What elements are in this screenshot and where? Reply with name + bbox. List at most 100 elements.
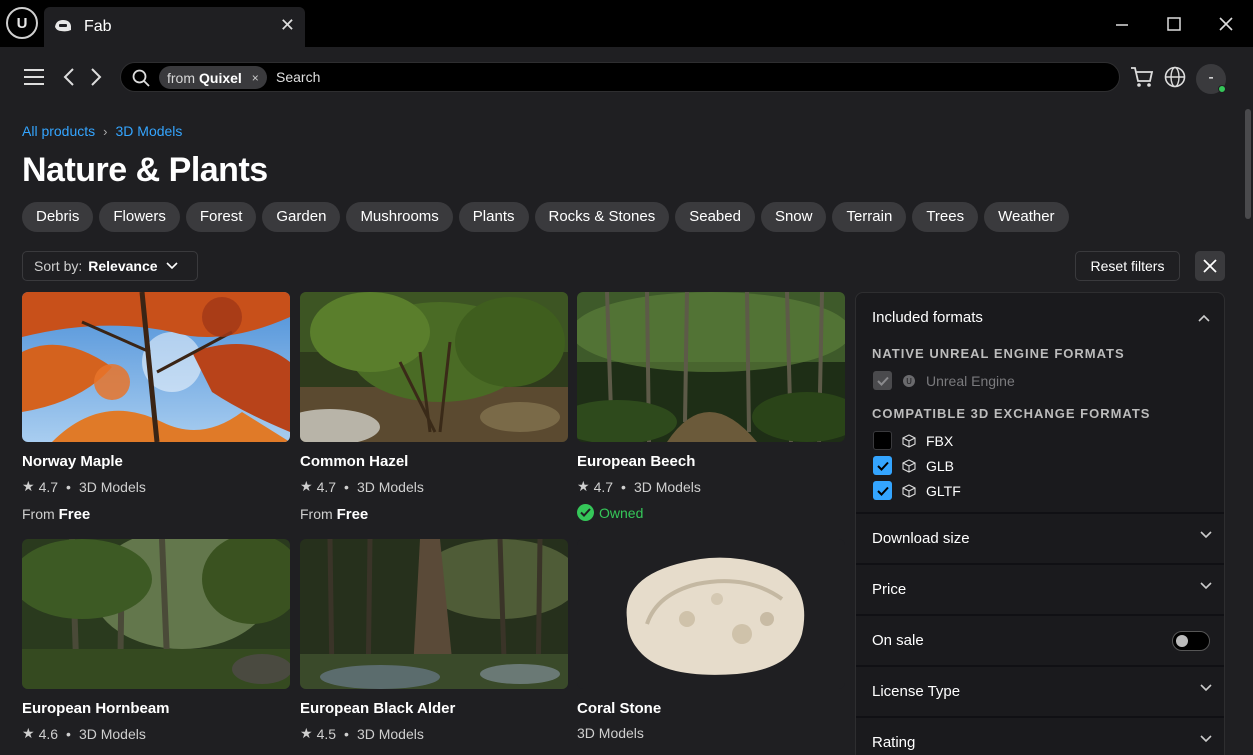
category-chip[interactable]: Weather xyxy=(984,202,1069,232)
product-thumbnail[interactable] xyxy=(22,292,290,442)
language-button[interactable] xyxy=(1164,66,1186,88)
chevron-right-icon xyxy=(91,68,102,86)
product-card[interactable]: Coral Stone 3D Models xyxy=(577,539,845,741)
minimize-button[interactable] xyxy=(1108,10,1136,38)
product-thumbnail[interactable] xyxy=(300,292,568,442)
category-chip[interactable]: Trees xyxy=(912,202,979,232)
maximize-button[interactable] xyxy=(1160,10,1188,38)
star-icon: ★ xyxy=(22,478,35,494)
product-type: 3D Models xyxy=(577,725,644,741)
chip-prefix: from xyxy=(167,69,195,86)
star-icon: ★ xyxy=(300,725,313,741)
separator-dot: • xyxy=(344,478,349,495)
sort-value: Relevance xyxy=(88,258,158,274)
filter-section-rating[interactable]: Rating xyxy=(856,716,1224,755)
search-input[interactable]: Search xyxy=(276,69,320,85)
category-chip[interactable]: Flowers xyxy=(99,202,180,232)
chevron-down-icon xyxy=(1200,735,1212,743)
filter-section-on-sale: On sale xyxy=(856,614,1224,665)
format-option-fbx[interactable]: FBX xyxy=(873,431,953,450)
product-meta: ★ 4.7 • 3D Models xyxy=(300,478,568,495)
format-label: Unreal Engine xyxy=(926,372,1015,389)
breadcrumb-3d-models[interactable]: 3D Models xyxy=(116,123,183,139)
category-chip[interactable]: Rocks & Stones xyxy=(534,202,670,232)
chip-remove-button[interactable]: × xyxy=(252,71,259,85)
filter-section-label: On sale xyxy=(872,632,924,649)
scrollbar[interactable] xyxy=(1243,109,1253,755)
forward-button[interactable] xyxy=(89,67,103,87)
product-title[interactable]: Common Hazel xyxy=(300,453,568,470)
on-sale-toggle[interactable] xyxy=(1172,631,1210,651)
maximize-icon xyxy=(1167,17,1181,31)
back-button[interactable] xyxy=(62,67,76,87)
filter-section-license-type[interactable]: License Type xyxy=(856,665,1224,716)
tab-fab[interactable]: Fab ✕ xyxy=(44,7,305,47)
close-window-button[interactable] xyxy=(1212,10,1240,38)
product-card[interactable]: European Beech ★ 4.7 • 3D Models Owned xyxy=(577,292,845,521)
close-filters-button[interactable] xyxy=(1195,251,1225,281)
filter-section-price[interactable]: Price xyxy=(856,563,1224,614)
scrollbar-thumb[interactable] xyxy=(1245,109,1251,219)
product-title[interactable]: Coral Stone xyxy=(577,700,845,717)
category-chip[interactable]: Debris xyxy=(22,202,94,232)
separator-dot: • xyxy=(621,478,626,495)
product-thumbnail[interactable] xyxy=(577,292,845,442)
globe-icon xyxy=(1164,66,1186,88)
format-label: GLB xyxy=(926,457,955,474)
menu-button[interactable] xyxy=(22,66,46,88)
sort-label: Sort by: xyxy=(34,258,83,274)
hamburger-icon xyxy=(24,69,44,85)
search-icon xyxy=(132,69,150,87)
product-rating: 4.7 xyxy=(316,478,337,495)
filter-section-download-size[interactable]: Download size xyxy=(856,512,1224,563)
category-chip[interactable]: Snow xyxy=(760,202,827,232)
category-chip[interactable]: Plants xyxy=(458,202,529,232)
product-card[interactable]: European Black Alder ★ 4.5 • 3D Models xyxy=(300,539,568,742)
checkbox[interactable] xyxy=(873,431,892,450)
product-rating: 4.7 xyxy=(38,478,59,495)
owned-badge: Owned xyxy=(577,504,845,521)
product-card[interactable]: Norway Maple ★ 4.7 • 3D Models From Free xyxy=(22,292,290,523)
tab-close-button[interactable]: ✕ xyxy=(280,15,295,36)
category-chip[interactable]: Terrain xyxy=(832,202,907,232)
reset-filters-button[interactable]: Reset filters xyxy=(1075,251,1180,281)
product-thumbnail[interactable] xyxy=(22,539,290,689)
chevron-up-icon[interactable] xyxy=(1198,314,1210,322)
filter-section-label: Price xyxy=(872,581,907,598)
product-meta: ★ 4.7 • 3D Models xyxy=(577,478,845,495)
format-option-gltf[interactable]: GLTF xyxy=(873,481,961,500)
filter-chip-quixel[interactable]: from Quixel × xyxy=(159,66,267,89)
product-thumbnail[interactable] xyxy=(577,539,845,689)
product-title[interactable]: European Black Alder xyxy=(300,700,568,717)
category-chips: Debris Flowers Forest Garden Mushrooms P… xyxy=(22,202,1069,232)
star-icon: ★ xyxy=(577,478,590,494)
included-formats-heading[interactable]: Included formats xyxy=(872,309,983,326)
chevron-down-icon xyxy=(1200,582,1212,590)
product-meta: ★ 4.5 • 3D Models xyxy=(300,725,568,742)
product-title[interactable]: Norway Maple xyxy=(22,453,290,470)
category-chip[interactable]: Seabed xyxy=(675,202,755,232)
chip-value: Quixel xyxy=(199,69,242,86)
format-label: FBX xyxy=(926,432,954,449)
fab-icon xyxy=(55,20,71,32)
checkbox[interactable] xyxy=(873,456,892,475)
product-card[interactable]: Common Hazel ★ 4.7 • 3D Models From Free xyxy=(300,292,568,523)
category-chip[interactable]: Mushrooms xyxy=(346,202,453,232)
format-option-glb[interactable]: GLB xyxy=(873,456,954,475)
cart-button[interactable] xyxy=(1130,66,1154,88)
category-chip[interactable]: Forest xyxy=(185,202,257,232)
search-bar[interactable]: from Quixel × Search xyxy=(120,62,1120,92)
navbar: from Quixel × Search - xyxy=(0,47,1253,109)
product-thumbnail[interactable] xyxy=(300,539,568,689)
price-prefix: From xyxy=(22,506,55,522)
sort-dropdown[interactable]: Sort by: Relevance xyxy=(22,251,198,281)
title-bar: U Fab ✕ xyxy=(0,0,1253,47)
format-option-unreal-engine: U Unreal Engine xyxy=(873,371,1015,390)
product-title[interactable]: European Beech xyxy=(577,453,845,470)
category-chip[interactable]: Garden xyxy=(262,202,341,232)
breadcrumb-all-products[interactable]: All products xyxy=(22,123,95,139)
price-value: Free xyxy=(58,506,91,523)
product-title[interactable]: European Hornbeam xyxy=(22,700,290,717)
product-card[interactable]: European Hornbeam ★ 4.6 • 3D Models xyxy=(22,539,290,742)
checkbox[interactable] xyxy=(873,481,892,500)
